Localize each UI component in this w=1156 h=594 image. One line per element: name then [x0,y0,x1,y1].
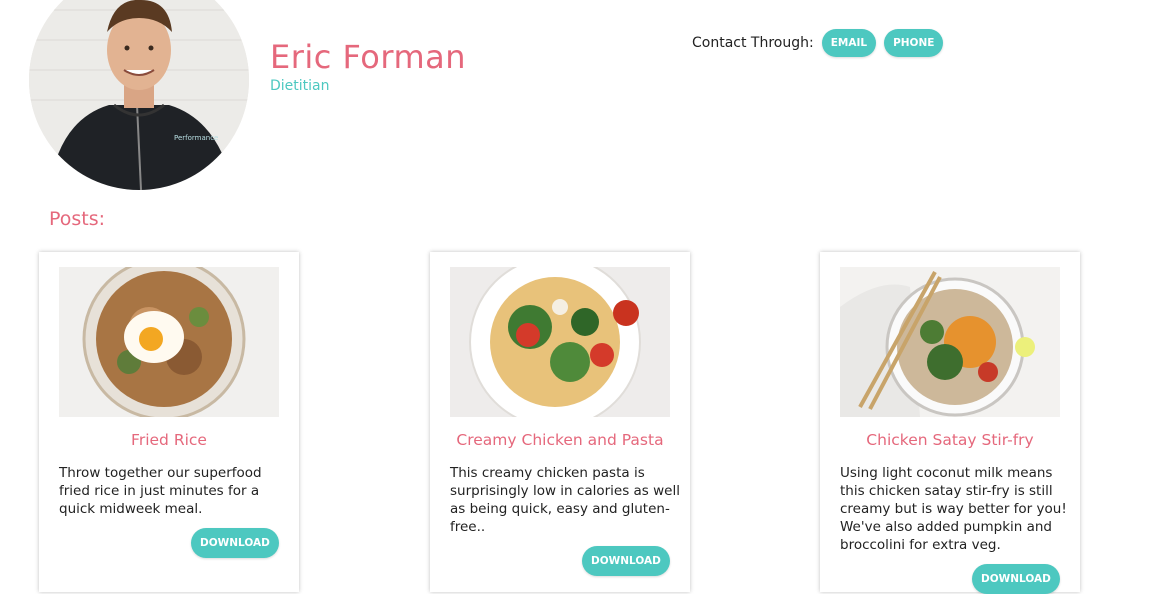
chicken-pasta-photo [450,267,670,417]
download-button[interactable]: DOWNLOAD [972,564,1060,594]
post-card: Chicken Satay Stir-fry Using light cocon… [820,252,1080,594]
contact-label: Contact Through: [692,35,814,51]
profile-name: Eric Forman [270,38,467,76]
post-description: This creamy chicken pasta is surprisingl… [450,465,680,535]
post-title: Fried Rice [131,431,207,449]
post-description: Using light coconut milk means this chic… [840,465,1067,553]
email-button[interactable]: EMAIL [821,29,877,57]
profile-photo: Performance [29,0,249,190]
download-button[interactable]: DOWNLOAD [191,528,279,558]
post-card: Fried Rice Throw together our superfood … [39,252,299,592]
post-card: Creamy Chicken and Pasta This creamy chi… [430,252,690,592]
fried-rice-photo [59,267,279,417]
download-button[interactable]: DOWNLOAD [582,546,670,576]
svg-text:Performance: Performance [174,134,218,142]
satay-stirfry-photo [840,267,1060,417]
post-title: Chicken Satay Stir-fry [866,431,1034,449]
avatar: Performance [29,0,249,190]
profile-role: Dietitian [270,78,330,94]
posts-heading: Posts: [49,208,106,230]
phone-button[interactable]: PHONE [884,29,944,57]
contact-section: Contact Through: EMAIL PHONE [692,29,944,57]
post-title: Creamy Chicken and Pasta [456,431,664,449]
post-description: Throw together our superfood fried rice … [59,465,262,517]
